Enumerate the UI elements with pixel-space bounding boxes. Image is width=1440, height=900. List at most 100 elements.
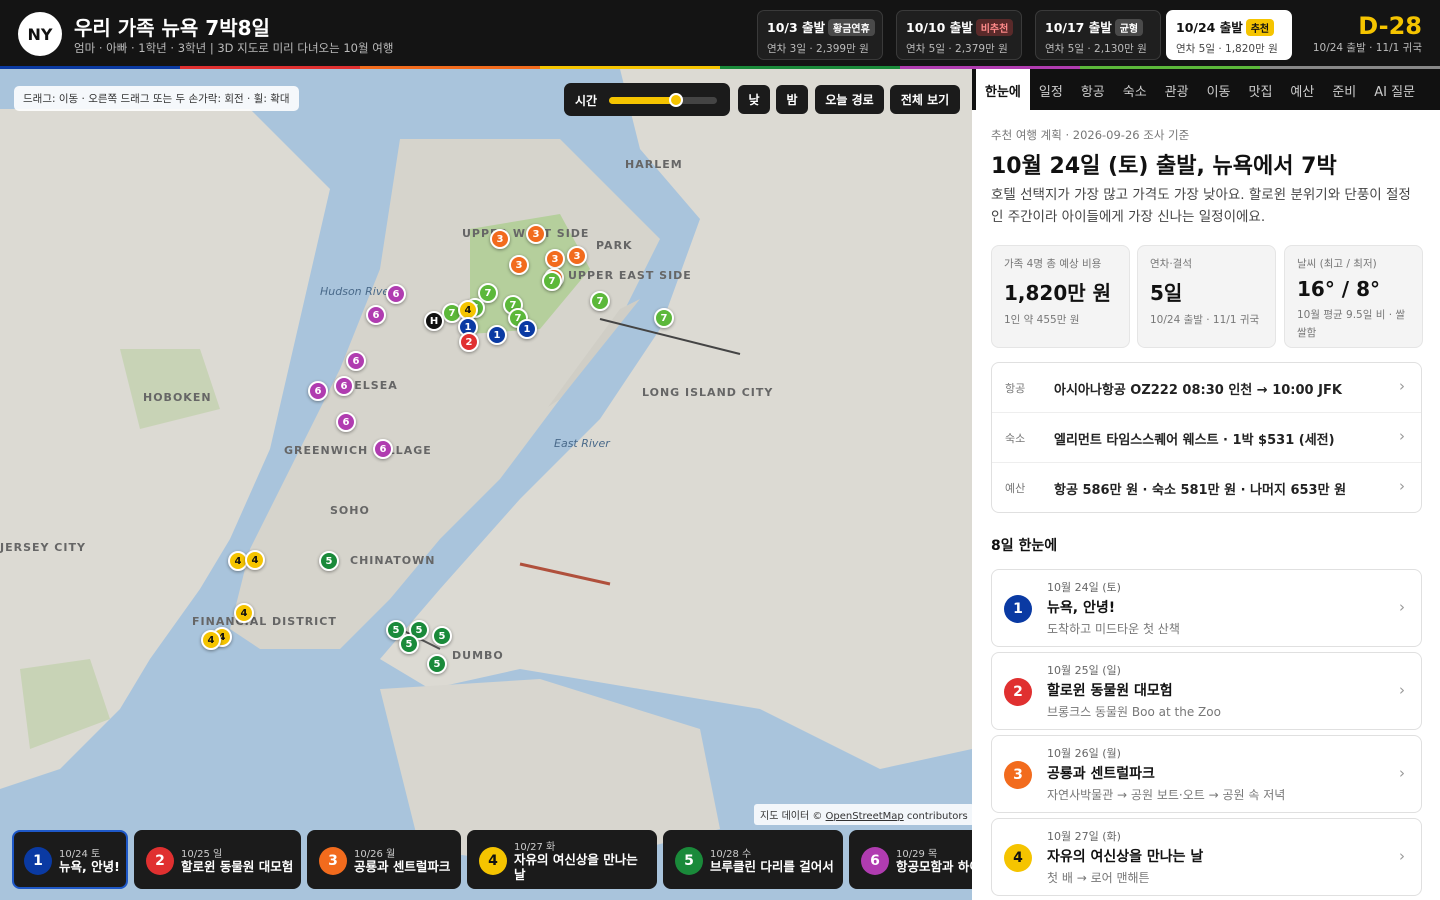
day-card-3[interactable]: 3 10월 26일 (월) 공룡과 센트럴파크 자연사박물관 → 공원 보트·오… (991, 735, 1422, 813)
map-marker-day-6[interactable]: 6 (386, 284, 406, 304)
map-marker-day-6[interactable]: 6 (366, 305, 386, 325)
stat-label: 날씨 (최고 / 최저) (1297, 258, 1377, 270)
day-card-1[interactable]: 1 10월 24일 (토) 뉴욕, 안녕! 도착하고 미드타운 첫 산책 › (991, 569, 1422, 647)
day-card-4[interactable]: 4 10월 27일 (화) 자유의 여신상을 만나는 날 첫 배 → 로어 맨해… (991, 818, 1422, 896)
info-value: 엘리먼트 타임스스퀘어 웨스트 · 1박 $531 (세전) (1054, 433, 1335, 448)
map-marker-day-6[interactable]: 6 (308, 381, 328, 401)
departure-info: 연차 5일 · 2,379만 원 (906, 43, 1008, 55)
day-card-sub: 첫 배 → 로어 맨해튼 (1047, 871, 1150, 885)
map-marker-day-3[interactable]: 3 (567, 246, 587, 266)
plan-description: 호텔 선택지가 가장 많고 가격도 가장 낮아요. 할로윈 분위기와 단풍이 절… (991, 187, 1411, 225)
day-chip-6[interactable]: 6 10/29 목 항공모함과 하이라인 (849, 830, 972, 889)
chevron-right-icon: › (1399, 377, 1405, 395)
app-subtitle: 엄마 · 아빠 · 1학년 · 3학년 | 3D 지도로 미리 다녀오는 10월… (74, 41, 394, 55)
place-label-upper-east-side: UPPER EAST SIDE (568, 269, 692, 282)
departure-option-oct17[interactable]: 10/17 출발 균형 연차 5일 · 2,130만 원 (1035, 10, 1161, 60)
map-marker-day-4[interactable]: 4 (201, 630, 221, 650)
map-marker-day-5[interactable]: 5 (319, 551, 339, 571)
tab-transport[interactable]: 이동 (1198, 69, 1240, 110)
tab-sightseeing[interactable]: 관광 (1156, 69, 1198, 110)
day-chip-date: 10/27 화 (514, 842, 556, 853)
day-chip-3[interactable]: 3 10/26 월 공룡과 센트럴파크 (307, 830, 461, 889)
stat-sub: 1인 약 455만 원 (1004, 314, 1080, 326)
day-card-date: 10월 26일 (월) (1047, 747, 1121, 760)
tab-budget[interactable]: 예산 (1281, 69, 1323, 110)
today-route-button[interactable]: 오늘 경로 (815, 85, 884, 114)
day-card-title: 자유의 여신상을 만나는 날 (1047, 849, 1204, 865)
map-marker-day-6[interactable]: 6 (334, 376, 354, 396)
day-chip-4[interactable]: 4 10/27 화 자유의 여신상을 만나는 날 (467, 830, 657, 889)
map-marker-day-7[interactable]: 7 (590, 291, 610, 311)
map-marker-day-5[interactable]: 5 (427, 654, 447, 674)
place-label-harlem: HARLEM (625, 158, 683, 171)
departure-badge: 황금연휴 (828, 19, 875, 36)
tab-preparation[interactable]: 준비 (1323, 69, 1365, 110)
stat-weather: 날씨 (최고 / 최저) 16° / 8° 10월 평균 9.5일 비 · 쌀쌀… (1284, 245, 1423, 348)
map-marker-day-3[interactable]: 3 (509, 255, 529, 275)
day-card-title: 뉴욕, 안녕! (1047, 600, 1116, 616)
night-mode-button[interactable]: 밤 (776, 85, 808, 114)
map-marker-day-1[interactable]: 1 (517, 319, 537, 339)
departure-option-oct24[interactable]: 10/24 출발 추천 연차 5일 · 1,820만 원 (1166, 10, 1292, 60)
departure-option-oct3[interactable]: 10/3 출발 황금연휴 연차 3일 · 2,399만 원 (757, 10, 883, 60)
departure-badge: 비추천 (975, 19, 1014, 36)
map-marker-day-1[interactable]: 1 (487, 325, 507, 345)
info-row-budget[interactable]: 예산 항공 586만 원 · 숙소 581만 원 · 나머지 653만 원 › (992, 463, 1421, 513)
departure-badge: 균형 (1114, 19, 1144, 36)
plan-title: 10월 24일 (토) 출발, 뉴욕에서 7박 (991, 154, 1337, 179)
day-mode-button[interactable]: 낮 (738, 85, 770, 114)
hotel-marker[interactable]: H (424, 311, 444, 331)
info-row-hotel[interactable]: 숙소 엘리먼트 타임스스퀘어 웨스트 · 1박 $531 (세전) › (992, 413, 1421, 463)
map-marker-day-3[interactable]: 3 (526, 224, 546, 244)
view-all-button[interactable]: 전체 보기 (890, 85, 960, 114)
map-marker-day-6[interactable]: 6 (336, 412, 356, 432)
time-control: 시간 (564, 83, 730, 116)
stat-label: 연차·결석 (1150, 258, 1192, 270)
time-slider-thumb[interactable] (668, 93, 683, 107)
time-slider[interactable] (609, 93, 717, 107)
panel-tabs: 한눈에 일정 항공 숙소 관광 이동 맛집 예산 준비 AI 질문 (972, 69, 1440, 110)
day-card-2[interactable]: 2 10월 25일 (일) 할로윈 동물원 대모험 브롱크스 동물원 Boo a… (991, 652, 1422, 730)
map-marker-day-4[interactable]: 4 (234, 603, 254, 623)
day-chip-title: 항공모함과 하이라인 (896, 859, 972, 874)
time-label: 시간 (575, 94, 598, 108)
departure-date: 10/10 출발 (906, 20, 973, 35)
attribution-prefix: 지도 데이터 © (760, 811, 826, 822)
day-chip-5[interactable]: 5 10/28 수 브루클린 다리를 걸어서 (663, 830, 843, 889)
tab-ai-question[interactable]: AI 질문 (1365, 69, 1424, 110)
departure-option-oct10[interactable]: 10/10 출발 비추천 연차 5일 · 2,379만 원 (896, 10, 1022, 60)
map-marker-day-3[interactable]: 3 (490, 229, 510, 249)
map-marker-day-5[interactable]: 5 (432, 626, 452, 646)
tab-flights[interactable]: 항공 (1072, 69, 1114, 110)
chevron-right-icon: › (1399, 764, 1405, 782)
map-marker-day-3[interactable]: 3 (545, 249, 565, 269)
map-marker-day-6[interactable]: 6 (373, 439, 393, 459)
stat-cost: 가족 4명 총 예상 비용 1,820만 원 1인 약 455만 원 (991, 245, 1130, 348)
osm-link[interactable]: OpenStreetMap (826, 811, 904, 822)
day-card-title: 공룡과 센트럴파크 (1047, 766, 1155, 782)
tab-overview[interactable]: 한눈에 (976, 69, 1030, 110)
day-card-title: 할로윈 동물원 대모험 (1047, 683, 1173, 699)
stat-value: 5일 (1150, 281, 1183, 305)
place-label-park: PARK (596, 239, 633, 252)
place-label-chinatown: CHINATOWN (350, 554, 436, 567)
map-marker-day-7[interactable]: 7 (542, 271, 562, 291)
day-chip-2[interactable]: 2 10/25 일 할로윈 동물원 대모험 (134, 830, 301, 889)
tab-hotels[interactable]: 숙소 (1114, 69, 1156, 110)
info-row-flight[interactable]: 항공 아시아나항공 OZ222 08:30 인천 → 10:00 JFK › (992, 363, 1421, 413)
dday-subtitle: 10/24 출발 · 11/1 귀국 (1312, 42, 1422, 54)
tab-itinerary[interactable]: 일정 (1030, 69, 1072, 110)
day-chip-date: 10/25 일 (181, 849, 223, 860)
map-canvas[interactable]: HARLEM UPPER WEST SIDE PARK UPPER EAST S… (0, 69, 972, 900)
place-label-hudson-river: Hudson River (320, 285, 394, 298)
tab-restaurants[interactable]: 맛집 (1240, 69, 1282, 110)
map-marker-day-2[interactable]: 2 (459, 332, 479, 352)
day-number-badge: 4 (1004, 844, 1032, 872)
map-marker-day-5[interactable]: 5 (399, 634, 419, 654)
map-marker-day-6[interactable]: 6 (346, 351, 366, 371)
day-chip-1[interactable]: 1 10/24 토 뉴욕, 안녕! (12, 830, 128, 889)
info-key: 숙소 (1005, 432, 1026, 445)
map-marker-day-4[interactable]: 4 (245, 550, 265, 570)
departure-info: 연차 5일 · 1,820만 원 (1176, 43, 1278, 55)
map-marker-day-7[interactable]: 7 (654, 308, 674, 328)
